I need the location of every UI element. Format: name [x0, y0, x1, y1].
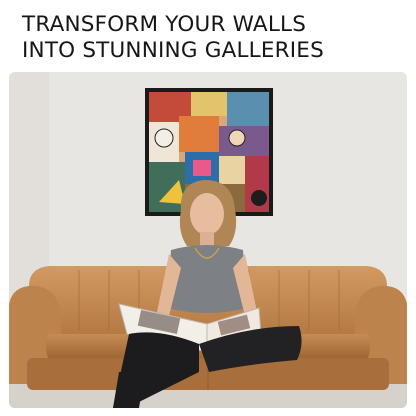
headline-line-2: INTO STUNNING GALLERIES: [22, 38, 324, 63]
headline-line-1: TRANSFORM YOUR WALLS: [22, 12, 307, 37]
photo-illustration: [9, 72, 407, 408]
headline: TRANSFORM YOUR WALLS INTO STUNNING GALLE…: [22, 12, 402, 64]
lifestyle-photo: [9, 72, 407, 408]
